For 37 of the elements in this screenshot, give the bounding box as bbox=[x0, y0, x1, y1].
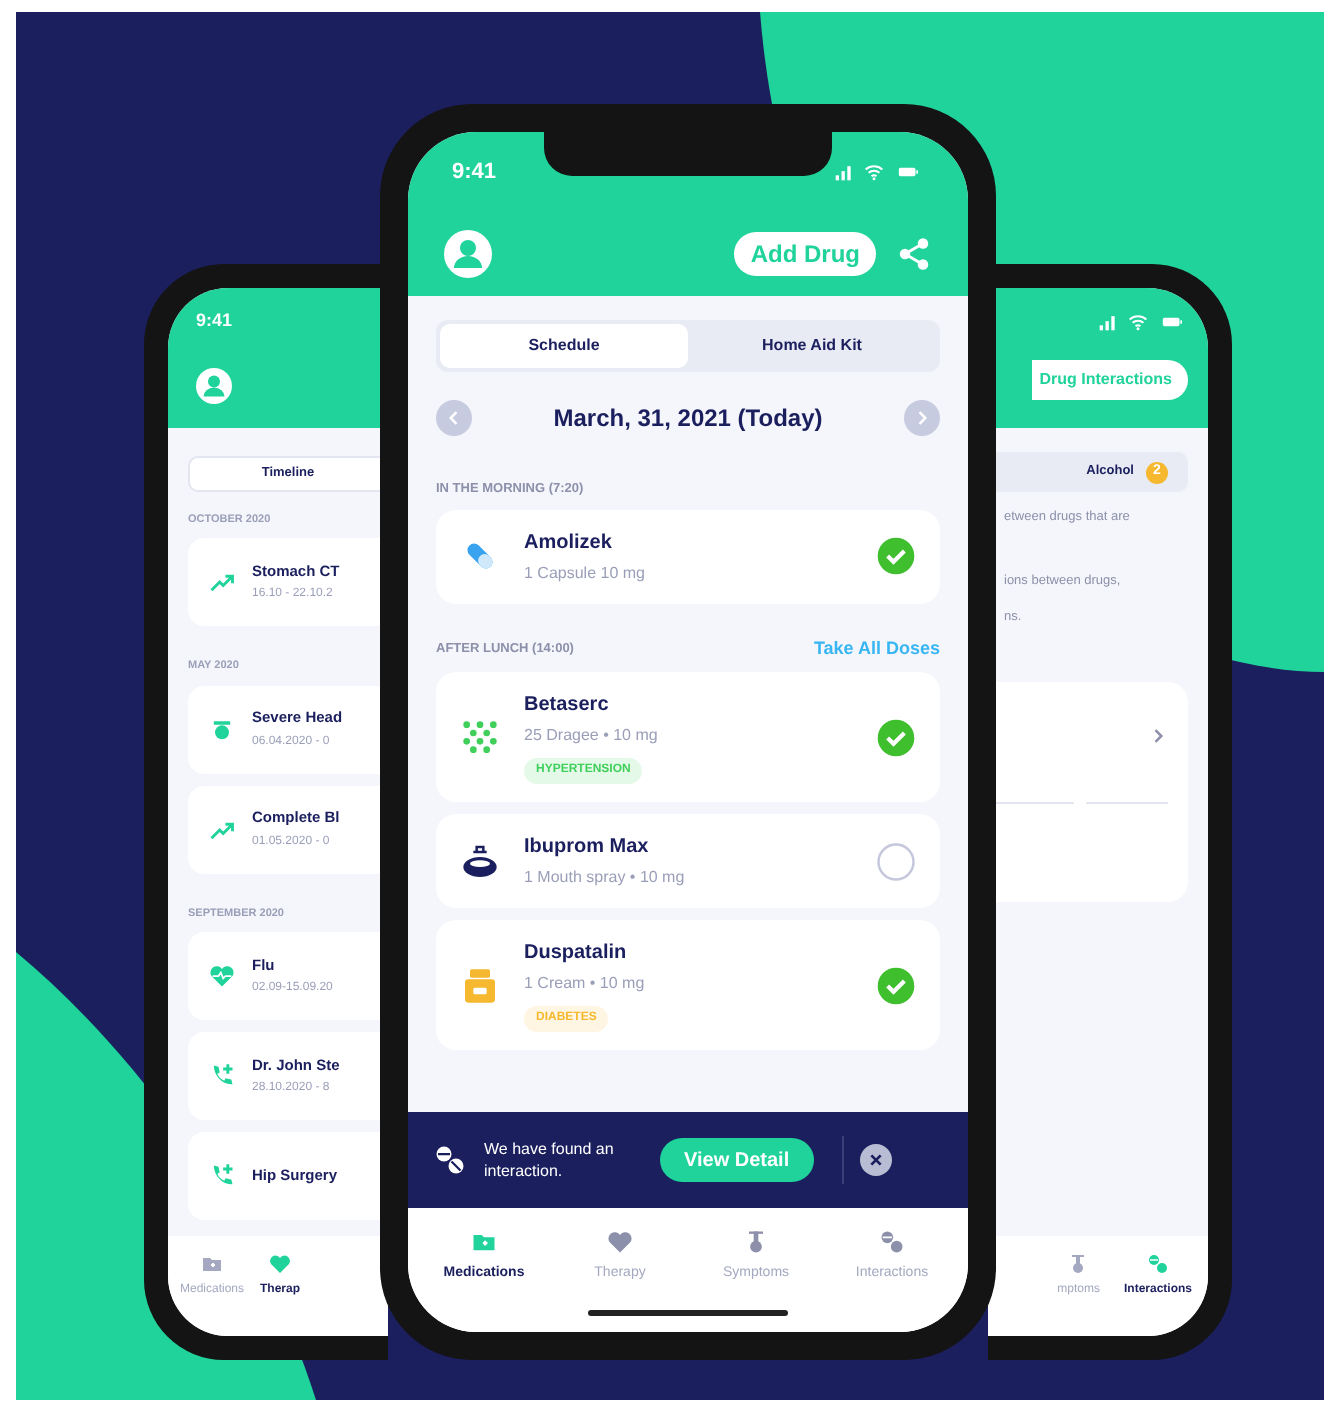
folder-icon bbox=[200, 1252, 224, 1276]
dose-detail: 1 Cream • 10 mg bbox=[524, 972, 645, 997]
share-icon bbox=[896, 235, 932, 271]
bowl-icon bbox=[460, 841, 500, 882]
dose-detail: 1 Capsule 10 mg bbox=[524, 561, 645, 586]
pills-icon bbox=[878, 1228, 906, 1256]
drug-name: Amolizek bbox=[524, 529, 612, 558]
pills-icon bbox=[432, 1142, 468, 1178]
heartbeat-icon bbox=[208, 961, 236, 990]
wifi-icon bbox=[862, 162, 886, 183]
close-icon bbox=[867, 1152, 884, 1168]
close-button[interactable] bbox=[859, 1144, 892, 1176]
phone-plus-icon bbox=[208, 1161, 236, 1190]
avatar-icon bbox=[444, 229, 492, 277]
tab[interactable]: Schedule bbox=[440, 324, 688, 368]
drug-name: Ibuprom Max bbox=[524, 834, 649, 863]
signal-icon bbox=[832, 162, 856, 183]
drug-name: Duspatalin bbox=[524, 940, 627, 969]
tab[interactable]: Home Aid Kit bbox=[688, 324, 936, 368]
phone-plus-icon bbox=[208, 1061, 236, 1090]
jar-icon bbox=[460, 965, 500, 1006]
drug-name: Betaserc bbox=[524, 692, 609, 721]
dose-card[interactable]: Ibuprom Max 1 Mouth spray • 10 mg bbox=[436, 814, 940, 909]
avatar-icon bbox=[196, 367, 232, 403]
heart-icon bbox=[268, 1252, 293, 1276]
dose-detail: 25 Dragee • 10 mg bbox=[524, 724, 658, 749]
wifi-icon bbox=[1126, 312, 1150, 332]
status-time: 9:41 bbox=[196, 308, 235, 334]
banner-message: We have found an interaction. bbox=[484, 1138, 616, 1182]
status-time: 9:41 bbox=[452, 158, 497, 188]
dots-icon bbox=[460, 717, 500, 758]
date-label: March, 31, 2021 (Today) bbox=[553, 402, 823, 436]
dose-card[interactable]: Amolizek 1 Capsule 10 mg bbox=[436, 509, 940, 604]
heart-icon bbox=[606, 1228, 634, 1256]
dose-detail: 1 Mouth spray • 10 mg bbox=[524, 866, 685, 891]
signal-icon bbox=[1096, 312, 1120, 332]
pills-icon bbox=[1145, 1252, 1170, 1276]
